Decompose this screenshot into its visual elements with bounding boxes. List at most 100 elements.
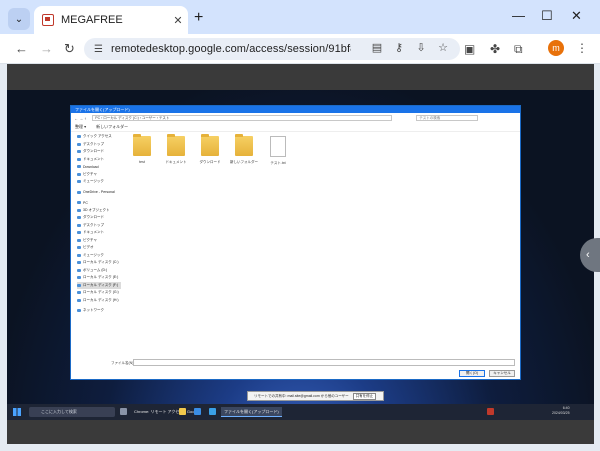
folder-icon bbox=[77, 172, 81, 176]
folder-icon bbox=[133, 134, 151, 156]
close-window-button[interactable]: ✕ bbox=[571, 9, 582, 23]
nav-item[interactable]: ローカル ディスク (E:) bbox=[77, 274, 121, 282]
remote-bottom-bar bbox=[7, 420, 594, 444]
nav-item[interactable]: ダウンロード bbox=[77, 214, 121, 222]
nav-item[interactable]: ローカル ディスク (C:) bbox=[77, 259, 121, 267]
bookmark-star-icon[interactable]: ☆ bbox=[436, 41, 450, 54]
tab-search-button[interactable]: ⌄ bbox=[8, 8, 30, 30]
folder-icon bbox=[77, 253, 81, 257]
dialog-address-row: ← → ↑ PC › ローカル ディスク (C:) › ユーザー › テスト テ… bbox=[71, 113, 520, 123]
extension-icon-1[interactable]: ▣ bbox=[464, 42, 475, 56]
nav-item[interactable]: ネットワーク bbox=[77, 307, 121, 315]
nav-item[interactable]: ビデオ bbox=[77, 244, 121, 252]
key-icon[interactable]: ⚷ bbox=[392, 41, 406, 54]
drive-icon bbox=[77, 276, 81, 280]
browser-menu-icon[interactable]: ⋮ bbox=[576, 41, 588, 55]
pc-icon bbox=[77, 201, 81, 205]
nav-item[interactable]: OneDrive - Personal bbox=[77, 189, 121, 197]
taskbar-search[interactable]: ここに入力して検索 bbox=[29, 407, 115, 417]
new-folder-button[interactable]: 新しいフォルダー bbox=[96, 124, 128, 130]
clock-date: 2024/03/25 bbox=[552, 411, 570, 415]
file-item[interactable]: ドキュメント bbox=[165, 134, 187, 166]
drive-icon bbox=[77, 283, 81, 287]
tab-close-icon[interactable]: ✕ bbox=[168, 14, 188, 27]
filename-input[interactable] bbox=[133, 359, 515, 366]
network-icon bbox=[77, 309, 81, 313]
dialog-path-field[interactable]: PC › ローカル ディスク (C:) › ユーザー › テスト bbox=[92, 115, 393, 121]
extensions-puzzle-icon[interactable]: ⧉ bbox=[514, 42, 523, 56]
forward-button[interactable]: → bbox=[40, 41, 53, 56]
explorer-icon[interactable] bbox=[179, 408, 186, 415]
install-icon[interactable]: ⇩ bbox=[414, 41, 428, 54]
folder-icon bbox=[77, 208, 81, 212]
nav-item[interactable]: ドキュメント bbox=[77, 229, 121, 237]
nav-item[interactable]: 3D オブジェクト bbox=[77, 207, 121, 215]
extension-icon-2[interactable]: ✤ bbox=[490, 42, 500, 56]
new-tab-button[interactable]: + bbox=[194, 10, 203, 26]
store-icon[interactable] bbox=[194, 408, 201, 415]
nav-item[interactable]: ローカル ディスク (G:) bbox=[77, 289, 121, 297]
tab-megafree[interactable]: MEGAFREE ✕ bbox=[34, 6, 188, 34]
file-item[interactable]: test bbox=[131, 134, 153, 166]
url-text[interactable]: remotedesktop.google.com/access/session/… bbox=[111, 43, 351, 55]
folder-icon bbox=[235, 134, 253, 156]
nav-item[interactable]: ミュージック bbox=[77, 178, 121, 186]
dialog-nav-arrows-icon[interactable]: ← → ↑ bbox=[74, 116, 86, 121]
taskbar-app-dialog[interactable]: ファイルを開く(アップロード) bbox=[221, 407, 282, 417]
maximize-button[interactable]: ☐ bbox=[541, 9, 553, 23]
folder-icon bbox=[77, 246, 81, 250]
task-view-icon[interactable] bbox=[120, 408, 127, 415]
nav-item[interactable]: ドキュメント bbox=[77, 156, 121, 164]
tray-app-icon[interactable] bbox=[487, 408, 494, 415]
dialog-navigation-pane: クイック アクセス デスクトップ ダウンロード ドキュメント Download … bbox=[71, 133, 121, 358]
nav-item[interactable]: ダウンロード bbox=[77, 148, 121, 156]
file-item[interactable]: ダウンロード bbox=[199, 134, 221, 166]
nav-item[interactable]: クイック アクセス bbox=[77, 133, 121, 141]
nav-item[interactable]: Download bbox=[77, 163, 121, 171]
folder-icon bbox=[77, 142, 81, 146]
dialog-title: ファイルを開く(アップロード) bbox=[71, 106, 520, 113]
file-item[interactable]: テスト.txt bbox=[267, 136, 289, 166]
tab-title: MEGAFREE bbox=[61, 14, 123, 26]
stop-sharing-button[interactable]: 共有を停止 bbox=[352, 392, 377, 400]
nav-item[interactable]: デスクトップ bbox=[77, 141, 121, 149]
folder-icon bbox=[77, 238, 81, 242]
file-item[interactable]: 新しいフォルダー bbox=[230, 134, 258, 166]
windows-start-icon[interactable] bbox=[13, 408, 21, 416]
dialog-command-bar: 整理 ▾ 新しいフォルダー bbox=[71, 123, 520, 132]
nav-item[interactable]: ミュージック bbox=[77, 252, 121, 260]
text-file-icon bbox=[270, 136, 286, 157]
reload-button[interactable]: ↻ bbox=[64, 41, 75, 56]
favicon-icon bbox=[42, 14, 54, 26]
minimize-button[interactable]: — bbox=[512, 9, 525, 23]
mail-icon[interactable] bbox=[209, 408, 216, 415]
sharing-notification: リモートでの共有中: mail.site@gmail.com から他のユーザー … bbox=[247, 391, 384, 401]
cancel-button[interactable]: キャンセル bbox=[489, 370, 515, 377]
folder-icon bbox=[77, 150, 81, 154]
browser-toolbar: ← → ↻ ☰ remotedesktop.google.com/access/… bbox=[0, 34, 600, 64]
folder-icon bbox=[201, 134, 219, 156]
nav-item[interactable]: ボリューム (D:) bbox=[77, 267, 121, 275]
address-bar[interactable]: ☰ remotedesktop.google.com/access/sessio… bbox=[84, 38, 460, 60]
nav-item[interactable]: PC bbox=[77, 199, 121, 207]
dialog-search-field[interactable]: テストの検索 bbox=[416, 115, 479, 121]
dialog-file-list: test ドキュメント ダウンロード 新しいフォルダー テスト.txt bbox=[131, 134, 289, 166]
folder-icon bbox=[77, 223, 81, 227]
drive-icon bbox=[77, 291, 81, 295]
drive-icon bbox=[77, 261, 81, 265]
drive-icon bbox=[77, 268, 81, 272]
nav-item[interactable]: ローカル ディスク (H:) bbox=[77, 297, 121, 305]
nav-item-selected[interactable]: ローカル ディスク (F:) bbox=[77, 281, 121, 289]
nav-item[interactable]: ピクチャ bbox=[77, 237, 121, 245]
clipboard-icon[interactable]: ▤ bbox=[370, 41, 384, 54]
taskbar-clock[interactable]: 6:40 2024/03/25 bbox=[552, 406, 570, 416]
site-info-icon[interactable]: ☰ bbox=[94, 44, 103, 55]
nav-item[interactable]: デスクトップ bbox=[77, 222, 121, 230]
nav-item[interactable]: ピクチャ bbox=[77, 171, 121, 179]
taskbar-app-chrome[interactable]: Chrome: リモート アクセス - Goo... bbox=[131, 407, 201, 417]
open-button[interactable]: 開く(O) bbox=[459, 370, 485, 377]
back-button[interactable]: ← bbox=[15, 41, 28, 56]
profile-avatar[interactable]: m bbox=[548, 40, 564, 56]
folder-icon bbox=[77, 180, 81, 184]
organize-button[interactable]: 整理 ▾ bbox=[75, 124, 86, 130]
